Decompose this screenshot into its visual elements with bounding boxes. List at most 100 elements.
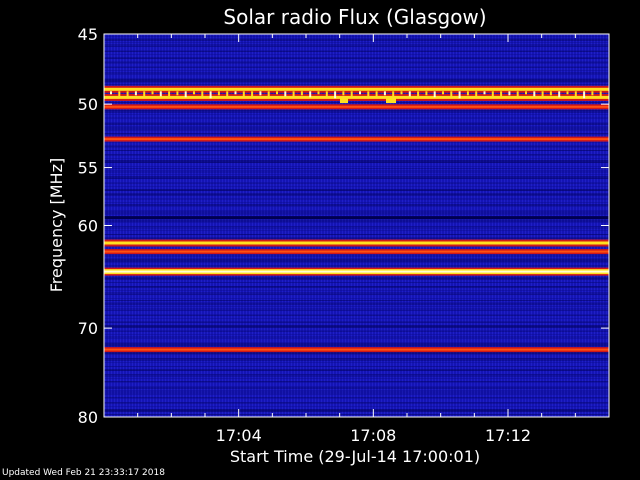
burst-spike bbox=[201, 91, 204, 97]
background-stripe bbox=[104, 303, 609, 305]
background-stripe bbox=[104, 123, 609, 125]
burst-spike bbox=[317, 91, 320, 95]
background-stripe bbox=[104, 277, 609, 280]
emission-band bbox=[104, 270, 609, 273]
burst-spike bbox=[367, 91, 370, 97]
burst-spike bbox=[251, 91, 254, 99]
background-stripe bbox=[104, 39, 609, 41]
background-stripe bbox=[104, 265, 609, 266]
burst-spike bbox=[325, 91, 328, 97]
burst-spike bbox=[176, 91, 179, 96]
emission-band bbox=[104, 87, 609, 91]
background-stripe bbox=[104, 286, 609, 288]
background-stripe bbox=[104, 366, 609, 367]
background-stripe bbox=[104, 84, 609, 85]
burst-spike bbox=[417, 91, 420, 99]
background-stripe bbox=[104, 79, 609, 82]
y-tick-labels: 45 50 55 60 70 80 bbox=[78, 25, 98, 427]
emission-band bbox=[104, 95, 609, 99]
background-stripe bbox=[104, 414, 609, 415]
burst-spike bbox=[209, 91, 212, 99]
burst-spike bbox=[400, 91, 403, 95]
background-stripe bbox=[104, 127, 609, 130]
burst-spike bbox=[491, 91, 494, 97]
background-stripe bbox=[104, 204, 609, 206]
burst-spike bbox=[193, 91, 195, 95]
burst-spike bbox=[159, 91, 162, 97]
background-stripe bbox=[104, 102, 609, 103]
emission-band bbox=[104, 250, 609, 253]
burst-spike bbox=[508, 91, 511, 96]
background-stripe bbox=[104, 391, 609, 394]
background-stripe bbox=[104, 220, 609, 222]
burst-spike bbox=[184, 91, 187, 98]
background-stripe bbox=[104, 72, 609, 74]
background-stripe bbox=[104, 402, 609, 404]
background-stripe bbox=[104, 255, 609, 257]
burst-spike bbox=[583, 91, 586, 99]
background-stripe bbox=[104, 308, 609, 311]
background-stripe bbox=[104, 211, 609, 214]
burst-spike bbox=[516, 91, 519, 98]
burst-spike bbox=[126, 91, 129, 99]
background-stripe bbox=[104, 226, 609, 229]
x-tick-label: 17:08 bbox=[350, 426, 396, 445]
background-stripe bbox=[104, 160, 609, 163]
burst-spike bbox=[541, 91, 544, 99]
burst-spike bbox=[110, 91, 112, 95]
burst-spike bbox=[309, 91, 312, 98]
burst-spike bbox=[151, 91, 154, 95]
background-stripe bbox=[104, 343, 609, 346]
chart-title: Solar radio Flux (Glasgow) bbox=[223, 5, 486, 29]
burst-spike bbox=[340, 98, 348, 104]
background-stripe bbox=[104, 352, 609, 354]
background-stripe bbox=[104, 171, 609, 173]
background-stripe bbox=[104, 110, 609, 113]
burst-spike bbox=[168, 91, 171, 99]
y-tick-label: 45 bbox=[78, 25, 98, 44]
background-stripe bbox=[104, 300, 609, 301]
background-stripe bbox=[104, 259, 609, 262]
x-tick-labels: 17:04 17:08 17:12 bbox=[216, 426, 531, 445]
burst-spike bbox=[226, 91, 229, 98]
burst-spike bbox=[591, 91, 594, 96]
burst-spike bbox=[267, 91, 270, 98]
burst-spike bbox=[574, 91, 577, 97]
background-stripe bbox=[104, 44, 609, 47]
background-stripe bbox=[104, 336, 609, 338]
x-axis-label: Start Time (29-Jul-14 17:00:01) bbox=[230, 447, 480, 466]
background-stripe bbox=[104, 189, 609, 191]
burst-spike bbox=[350, 91, 353, 98]
burst-spike bbox=[549, 91, 552, 96]
background-stripe bbox=[104, 369, 609, 371]
burst-spike bbox=[408, 91, 411, 97]
burst-spike bbox=[143, 91, 146, 98]
background-stripe bbox=[104, 199, 609, 200]
burst-spike bbox=[334, 91, 337, 99]
burst-spike bbox=[442, 91, 444, 95]
background-stripe bbox=[104, 358, 609, 361]
background-stripe bbox=[104, 145, 609, 148]
burst-spike bbox=[558, 91, 561, 98]
burst-spike bbox=[292, 91, 295, 99]
emission-band bbox=[104, 138, 609, 141]
emission-band bbox=[104, 348, 609, 351]
burst-spike bbox=[342, 91, 345, 96]
x-tick-label: 17:04 bbox=[216, 426, 262, 445]
y-axis-label: Frequency [MHz] bbox=[47, 158, 66, 292]
update-footer: Updated Wed Feb 21 23:33:17 2018 bbox=[2, 468, 165, 478]
burst-spike bbox=[359, 91, 361, 95]
background-stripe bbox=[104, 237, 609, 239]
background-stripe bbox=[104, 150, 609, 151]
background-stripe bbox=[104, 67, 609, 68]
burst-spike bbox=[599, 91, 602, 98]
y-tick-label: 55 bbox=[78, 159, 98, 178]
background-stripe bbox=[104, 315, 609, 316]
y-tick-label: 80 bbox=[78, 408, 98, 427]
background-stripe bbox=[104, 321, 609, 323]
emission-band bbox=[104, 241, 609, 245]
burst-spike bbox=[386, 98, 396, 104]
burst-spike bbox=[450, 91, 453, 97]
burst-spike bbox=[234, 91, 237, 95]
y-tick-label: 50 bbox=[78, 95, 98, 114]
